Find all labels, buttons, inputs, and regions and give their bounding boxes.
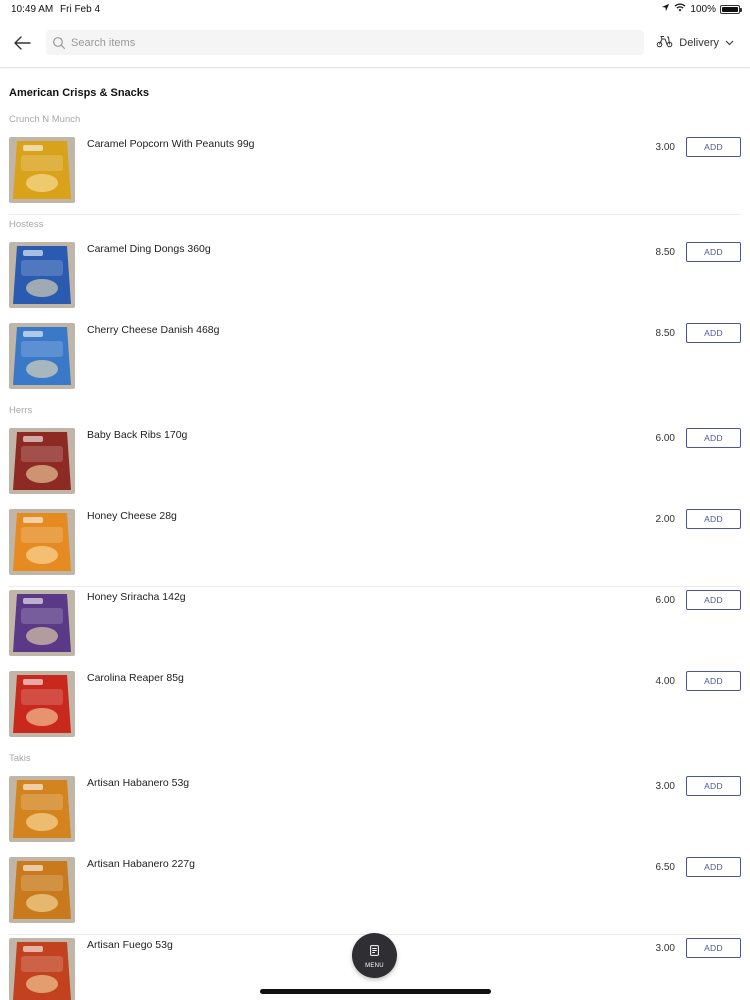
delivery-selector[interactable]: Delivery [656, 34, 734, 51]
item-name: Caramel Ding Dongs 360g [87, 243, 211, 255]
item-price: 6.50 [655, 862, 675, 873]
item-name: Artisan Habanero 53g [87, 777, 190, 789]
product-image [9, 776, 75, 842]
list-item[interactable]: Carolina Reaper 85g 4.00 ADD [0, 671, 750, 752]
scooter-icon [656, 34, 673, 51]
menu-button[interactable]: MENU [352, 933, 397, 978]
add-button[interactable]: ADD [686, 509, 741, 529]
menu-content: American Crisps & Snacks Crunch N Munch … [0, 69, 750, 1000]
add-button[interactable]: ADD [686, 938, 741, 958]
menu-button-label: MENU [365, 962, 384, 969]
wifi-icon [674, 3, 686, 15]
status-date: Fri Feb 4 [60, 4, 101, 15]
back-arrow-icon [10, 36, 34, 59]
add-button[interactable]: ADD [686, 242, 741, 262]
back-button[interactable] [10, 31, 34, 55]
list-item[interactable]: Caramel Ding Dongs 360g 8.50 ADD [0, 242, 750, 323]
list-item[interactable]: Cherry Cheese Danish 468g 8.50 ADD [0, 323, 750, 404]
product-image [9, 857, 75, 923]
add-button[interactable]: ADD [686, 428, 741, 448]
product-image [9, 242, 75, 308]
add-button[interactable]: ADD [686, 137, 741, 157]
product-image [9, 590, 75, 656]
search-icon [52, 36, 66, 50]
location-icon [661, 3, 670, 15]
brand-label: Hostess [9, 219, 44, 230]
item-name: Caramel Popcorn With Peanuts 99g [87, 138, 255, 150]
battery-percent: 100% [690, 3, 716, 15]
delivery-label: Delivery [679, 36, 719, 49]
item-price: 3.00 [655, 781, 675, 792]
chevron-down-icon [725, 37, 734, 49]
product-image [9, 938, 75, 1000]
item-price: 3.00 [655, 943, 675, 954]
status-bar: 10:49 AM Fri Feb 4 100% [0, 0, 750, 20]
add-button[interactable]: ADD [686, 671, 741, 691]
category-title: American Crisps & Snacks [9, 87, 150, 99]
search-input[interactable] [71, 36, 631, 49]
add-button[interactable]: ADD [686, 857, 741, 877]
battery-icon [720, 4, 742, 14]
product-image [9, 137, 75, 203]
item-price: 3.00 [655, 142, 675, 153]
list-item[interactable]: Honey Cheese 28g 2.00 ADD [0, 509, 750, 590]
brand-label: Crunch N Munch [9, 114, 81, 125]
search-box[interactable] [46, 30, 644, 55]
brand-label: Takis [9, 753, 31, 764]
item-name: Artisan Fuego 53g [87, 939, 173, 951]
status-time: 10:49 AM [11, 4, 54, 15]
list-item[interactable]: Artisan Habanero 53g 3.00 ADD [0, 776, 750, 857]
item-name: Cherry Cheese Danish 468g [87, 324, 220, 336]
product-image [9, 428, 75, 494]
list-item[interactable]: Baby Back Ribs 170g 6.00 ADD [0, 428, 750, 509]
header: Delivery [0, 20, 750, 68]
item-price: 8.50 [655, 247, 675, 258]
item-name: Carolina Reaper 85g [87, 672, 184, 684]
home-indicator [260, 989, 491, 994]
list-item[interactable]: Honey Sriracha 142g 6.00 ADD [0, 590, 750, 671]
list-item[interactable]: Artisan Habanero 227g 6.50 ADD [0, 857, 750, 938]
item-price: 4.00 [655, 676, 675, 687]
add-button[interactable]: ADD [686, 323, 741, 343]
item-price: 8.50 [655, 328, 675, 339]
product-image [9, 509, 75, 575]
status-right: 100% [661, 3, 742, 15]
item-name: Baby Back Ribs 170g [87, 429, 188, 441]
list-item[interactable]: Caramel Popcorn With Peanuts 99g 3.00 ADD [0, 137, 750, 218]
add-button[interactable]: ADD [686, 590, 741, 610]
add-button[interactable]: ADD [686, 776, 741, 796]
item-price: 2.00 [655, 514, 675, 525]
menu-list-icon [370, 943, 379, 961]
item-name: Artisan Habanero 227g [87, 858, 195, 870]
brand-label: Herrs [9, 405, 33, 416]
item-price: 6.00 [655, 595, 675, 606]
item-name: Honey Sriracha 142g [87, 591, 186, 603]
battery-level [722, 6, 738, 12]
product-image [9, 323, 75, 389]
item-name: Honey Cheese 28g [87, 510, 177, 522]
product-image [9, 671, 75, 737]
item-price: 6.00 [655, 433, 675, 444]
